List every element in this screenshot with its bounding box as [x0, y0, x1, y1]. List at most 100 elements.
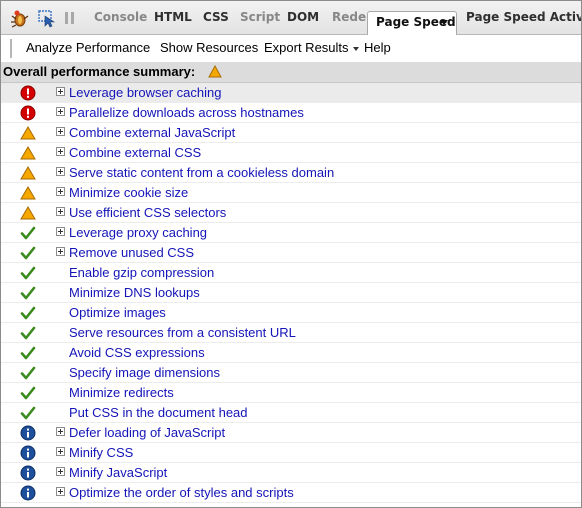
- warning-icon: [208, 65, 222, 78]
- checkmark-icon: [20, 305, 36, 321]
- toolbar-divider: [10, 39, 12, 58]
- warning-icon: [20, 125, 36, 141]
- rule-row[interactable]: Avoid CSS expressions: [1, 343, 581, 363]
- tab-css[interactable]: CSS: [203, 10, 229, 24]
- page-speed-toolbar: Analyze Performance Show Resources Expor…: [1, 35, 581, 63]
- tab-script[interactable]: Script: [240, 10, 280, 24]
- rule-row[interactable]: Minify CSS: [1, 443, 581, 463]
- checkmark-icon: [20, 265, 36, 281]
- rule-row[interactable]: Use efficient CSS selectors: [1, 203, 581, 223]
- rule-list: Leverage browser caching Parallelize down…: [1, 83, 581, 503]
- expand-icon[interactable]: [56, 127, 65, 136]
- pause-icon[interactable]: [61, 8, 81, 28]
- export-results-label: Export Results: [264, 40, 349, 55]
- expand-icon[interactable]: [56, 207, 65, 216]
- tab-html[interactable]: HTML: [154, 10, 192, 24]
- warning-icon: [20, 145, 36, 161]
- tab-dom[interactable]: DOM: [287, 10, 319, 24]
- performance-summary-header: Overall performance summary:: [1, 62, 581, 83]
- warning-icon: [20, 205, 36, 221]
- rule-row[interactable]: Combine external JavaScript: [1, 123, 581, 143]
- checkmark-icon: [20, 325, 36, 341]
- rule-row[interactable]: Specify image dimensions: [1, 363, 581, 383]
- export-results-menu[interactable]: Export Results: [264, 40, 359, 55]
- expand-icon[interactable]: [56, 107, 65, 116]
- rule-row[interactable]: Leverage proxy caching: [1, 223, 581, 243]
- help-menu[interactable]: Help: [364, 40, 391, 55]
- expand-icon[interactable]: [56, 147, 65, 156]
- expand-icon[interactable]: [56, 87, 65, 96]
- rule-link[interactable]: Minimize cookie size: [69, 185, 188, 200]
- rule-link[interactable]: Optimize the order of styles and scripts: [69, 485, 294, 500]
- rule-row[interactable]: Minimize cookie size: [1, 183, 581, 203]
- summary-title: Overall performance summary:: [3, 64, 196, 79]
- tab-page-speed-activity[interactable]: Page Speed Activity: [466, 10, 581, 24]
- expand-icon[interactable]: [56, 427, 65, 436]
- checkmark-icon: [20, 345, 36, 361]
- tab-rede[interactable]: Rede: [332, 10, 366, 24]
- rule-link[interactable]: Put CSS in the document head: [69, 405, 248, 420]
- rule-link[interactable]: Leverage browser caching: [69, 85, 221, 100]
- expand-icon[interactable]: [56, 247, 65, 256]
- checkmark-icon: [20, 245, 36, 261]
- info-icon: [20, 445, 36, 461]
- warning-icon: [20, 165, 36, 181]
- rule-row[interactable]: Defer loading of JavaScript: [1, 423, 581, 443]
- rule-row[interactable]: Enable gzip compression: [1, 263, 581, 283]
- rule-row[interactable]: Parallelize downloads across hostnames: [1, 103, 581, 123]
- rule-row[interactable]: Remove unused CSS: [1, 243, 581, 263]
- tab-console[interactable]: Console: [94, 10, 147, 24]
- rule-link[interactable]: Minify JavaScript: [69, 465, 167, 480]
- error-icon: [20, 105, 36, 121]
- rule-link[interactable]: Minify CSS: [69, 445, 133, 460]
- checkmark-icon: [20, 405, 36, 421]
- expand-icon[interactable]: [56, 487, 65, 496]
- rule-link[interactable]: Parallelize downloads across hostnames: [69, 105, 304, 120]
- rule-row[interactable]: Optimize images: [1, 303, 581, 323]
- rule-link[interactable]: Optimize images: [69, 305, 166, 320]
- chevron-down-icon: [352, 46, 359, 51]
- expand-icon[interactable]: [56, 167, 65, 176]
- expand-icon[interactable]: [56, 187, 65, 196]
- rule-row[interactable]: Minify JavaScript: [1, 463, 581, 483]
- rule-link[interactable]: Minimize redirects: [69, 385, 174, 400]
- expand-icon[interactable]: [56, 227, 65, 236]
- info-icon: [20, 465, 36, 481]
- rule-link[interactable]: Remove unused CSS: [69, 245, 194, 260]
- firebug-icon[interactable]: [9, 8, 29, 28]
- error-icon: [20, 85, 36, 101]
- page-speed-panel: Console HTML CSS Script DOM Rede Page Sp…: [0, 0, 582, 508]
- rule-link[interactable]: Minimize DNS lookups: [69, 285, 200, 300]
- rule-link[interactable]: Use efficient CSS selectors: [69, 205, 226, 220]
- rule-link[interactable]: Serve resources from a consistent URL: [69, 325, 296, 340]
- show-resources-button[interactable]: Show Resources: [160, 40, 258, 55]
- rule-row[interactable]: Combine external CSS: [1, 143, 581, 163]
- rule-link[interactable]: Combine external CSS: [69, 145, 201, 160]
- rule-link[interactable]: Avoid CSS expressions: [69, 345, 205, 360]
- checkmark-icon: [20, 365, 36, 381]
- rule-row[interactable]: Serve static content from a cookieless d…: [1, 163, 581, 183]
- rule-link[interactable]: Defer loading of JavaScript: [69, 425, 225, 440]
- checkmark-icon: [20, 225, 36, 241]
- info-icon: [20, 425, 36, 441]
- rule-link[interactable]: Specify image dimensions: [69, 365, 220, 380]
- expand-icon[interactable]: [56, 447, 65, 456]
- rule-row[interactable]: Minimize redirects: [1, 383, 581, 403]
- expand-icon[interactable]: [56, 467, 65, 476]
- warning-icon: [20, 185, 36, 201]
- inspect-element-icon[interactable]: [37, 8, 57, 28]
- rule-row[interactable]: Optimize the order of styles and scripts: [1, 483, 581, 503]
- checkmark-icon: [20, 285, 36, 301]
- rule-link[interactable]: Enable gzip compression: [69, 265, 214, 280]
- rule-row[interactable]: Minimize DNS lookups: [1, 283, 581, 303]
- rule-row[interactable]: Put CSS in the document head: [1, 403, 581, 423]
- rule-link[interactable]: Serve static content from a cookieless d…: [69, 165, 334, 180]
- chevron-down-icon: [440, 20, 448, 25]
- tab-page-speed[interactable]: Page Speed: [367, 11, 457, 35]
- rule-row[interactable]: Leverage browser caching: [1, 83, 581, 103]
- rule-row[interactable]: Serve resources from a consistent URL: [1, 323, 581, 343]
- firebug-tab-bar: Console HTML CSS Script DOM Rede Page Sp…: [1, 1, 581, 35]
- rule-link[interactable]: Combine external JavaScript: [69, 125, 235, 140]
- analyze-performance-button[interactable]: Analyze Performance: [26, 40, 150, 55]
- rule-link[interactable]: Leverage proxy caching: [69, 225, 207, 240]
